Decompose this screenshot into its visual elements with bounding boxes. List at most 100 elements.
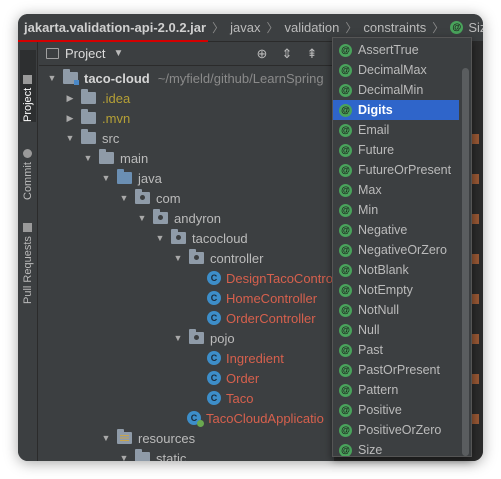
- popup-item-notempty[interactable]: @ NotEmpty: [333, 280, 459, 300]
- tree-item-java[interactable]: ▼ java: [101, 168, 162, 188]
- tab-project[interactable]: Project: [20, 50, 36, 122]
- popup-item-size[interactable]: @ Size: [333, 440, 459, 457]
- package-icon: [135, 189, 150, 204]
- tree-item-label: pojo: [210, 330, 235, 346]
- chevron-down-icon[interactable]: ▼: [83, 153, 93, 163]
- tree-item-mvn[interactable]: ▶ .mvn: [65, 108, 130, 128]
- breadcrumb-item-validation[interactable]: validation: [284, 20, 339, 35]
- breadcrumb-item-constraints[interactable]: constraints: [363, 20, 426, 35]
- tree-item-tacocloud[interactable]: ▼ tacocloud: [155, 228, 248, 248]
- popup-item-label: NegativeOrZero: [358, 243, 447, 257]
- tree-item-controller[interactable]: ▼ controller: [173, 248, 263, 268]
- chevron-down-icon[interactable]: ▼: [101, 173, 111, 183]
- chevron-down-icon[interactable]: ▼: [173, 333, 183, 343]
- popup-item-asserttrue[interactable]: @ AssertTrue: [333, 40, 459, 60]
- tree-item-ingredient[interactable]: C Ingredient: [207, 348, 284, 368]
- tab-project-label: Project: [22, 87, 34, 122]
- code-fragment: [471, 334, 479, 344]
- popup-item-decimalmin[interactable]: @ DecimalMin: [333, 80, 459, 100]
- popup-item-futureorpresent[interactable]: @ FutureOrPresent: [333, 160, 459, 180]
- locate-icon[interactable]: ⊕: [254, 46, 270, 62]
- tab-commit[interactable]: Commit: [20, 136, 36, 200]
- annotation-icon: @: [339, 323, 352, 337]
- code-fragment: [471, 374, 479, 384]
- tree-item-homecontroller[interactable]: C HomeController: [207, 288, 317, 308]
- annotation-icon: @: [339, 263, 352, 277]
- tree-item-resources[interactable]: ▼ resources: [101, 428, 195, 448]
- chevron-down-icon[interactable]: ▼: [137, 213, 147, 223]
- popup-item-decimalmax[interactable]: @ DecimalMax: [333, 60, 459, 80]
- popup-item-label: Future: [358, 143, 395, 157]
- popup-item-max[interactable]: @ Max: [333, 180, 459, 200]
- popup-item-label: Size: [358, 443, 383, 457]
- annotation-icon: @: [339, 283, 352, 297]
- chevron-down-icon[interactable]: ▼: [155, 233, 165, 243]
- popup-item-label: Max: [358, 183, 382, 197]
- tree-item-com[interactable]: ▼ com: [119, 188, 181, 208]
- popup-item-min[interactable]: @ Min: [333, 200, 459, 220]
- popup-item-label: Null: [358, 323, 380, 337]
- collapse-all-icon[interactable]: ⇞: [304, 46, 320, 62]
- popup-item-negativeorzero[interactable]: @ NegativeOrZero: [333, 240, 459, 260]
- tree-item-ordercontroller[interactable]: C OrderController: [207, 308, 316, 328]
- popup-item-positive[interactable]: @ Positive: [333, 400, 459, 420]
- breadcrumb-item-javax[interactable]: javax: [230, 20, 260, 35]
- chevron-down-icon[interactable]: ▼: [47, 73, 57, 83]
- popup-item-label: DecimalMax: [358, 63, 427, 77]
- annotation-icon: @: [339, 243, 352, 257]
- annotation-icon: @: [339, 223, 352, 237]
- tree-item-label: main: [120, 150, 149, 166]
- chevron-down-icon[interactable]: ▼: [113, 48, 123, 59]
- popup-item-pastorpresent[interactable]: @ PastOrPresent: [333, 360, 459, 380]
- tree-item-designtacocontroller[interactable]: C DesignTacoContro: [207, 268, 333, 288]
- tree-item-main[interactable]: ▼ main: [83, 148, 148, 168]
- popup-scrollbar[interactable]: [462, 68, 469, 456]
- chevron-down-icon[interactable]: ▼: [173, 253, 183, 263]
- popup-item-label: Pattern: [358, 383, 399, 397]
- tree-item-src[interactable]: ▼ src: [65, 128, 119, 148]
- popup-item-notblank[interactable]: @ NotBlank: [333, 260, 459, 280]
- popup-item-past[interactable]: @ Past: [333, 340, 459, 360]
- popup-item-label: Negative: [358, 223, 408, 237]
- popup-item-positiveorzero[interactable]: @ PositiveOrZero: [333, 420, 459, 440]
- chevron-right-icon[interactable]: ▶: [65, 113, 75, 124]
- tab-pull-requests[interactable]: Pull Requests: [20, 212, 36, 304]
- chevron-down-icon[interactable]: ▼: [101, 433, 111, 443]
- chevron-down-icon[interactable]: ▼: [119, 453, 129, 461]
- code-fragment: [471, 294, 479, 304]
- commit-icon: [23, 149, 33, 159]
- expand-all-icon[interactable]: ⇕: [279, 46, 295, 62]
- tree-item-label: .idea: [102, 90, 131, 106]
- tree-item-andyron[interactable]: ▼ andyron: [137, 208, 221, 228]
- popup-item-negative[interactable]: @ Negative: [333, 220, 459, 240]
- tree-item-taco[interactable]: C Taco: [207, 388, 253, 408]
- popup-item-null[interactable]: @ Null: [333, 320, 459, 340]
- popup-item-label: Email: [358, 123, 390, 137]
- tree-item-idea[interactable]: ▶ .idea: [65, 88, 130, 108]
- tree-item-static[interactable]: ▼ static: [119, 448, 186, 461]
- class-icon: C: [207, 391, 221, 405]
- breadcrumb-item-jar[interactable]: jakarta.validation-api-2.0.2.jar: [18, 20, 209, 42]
- annotation-icon: @: [339, 143, 352, 157]
- popup-item-notnull[interactable]: @ NotNull: [333, 300, 459, 320]
- popup-item-pattern[interactable]: @ Pattern: [333, 380, 459, 400]
- popup-item-label: AssertTrue: [358, 43, 419, 57]
- tree-item-order[interactable]: C Order: [207, 368, 259, 388]
- tree-item-taco-cloud[interactable]: ▼ taco-cloud ~/myfield/github/LearnSprin…: [47, 68, 324, 88]
- popup-item-label: NotEmpty: [358, 283, 413, 297]
- popup-item-email[interactable]: @ Email: [333, 120, 459, 140]
- tree-item-tacocloudapplication[interactable]: C TacoCloudApplicatio: [187, 408, 324, 428]
- chevron-right-icon[interactable]: ▶: [65, 93, 75, 104]
- class-icon: C: [207, 371, 221, 385]
- popup-item-digits[interactable]: @ Digits: [333, 100, 459, 120]
- annotation-icon: @: [339, 103, 352, 117]
- breadcrumb-item-size[interactable]: @ Size: [450, 20, 483, 35]
- tree-item-pojo[interactable]: ▼ pojo: [173, 328, 235, 348]
- chevron-down-icon[interactable]: ▼: [119, 193, 129, 203]
- panel-title[interactable]: Project: [65, 46, 105, 61]
- folder-icon: [23, 74, 33, 84]
- popup-item-future[interactable]: @ Future: [333, 140, 459, 160]
- tree-item-label: java: [138, 170, 162, 186]
- project-panel-header: Project ▼ ⊕ ⇕ ⇞ ⚙: [39, 42, 343, 66]
- chevron-down-icon[interactable]: ▼: [65, 133, 75, 143]
